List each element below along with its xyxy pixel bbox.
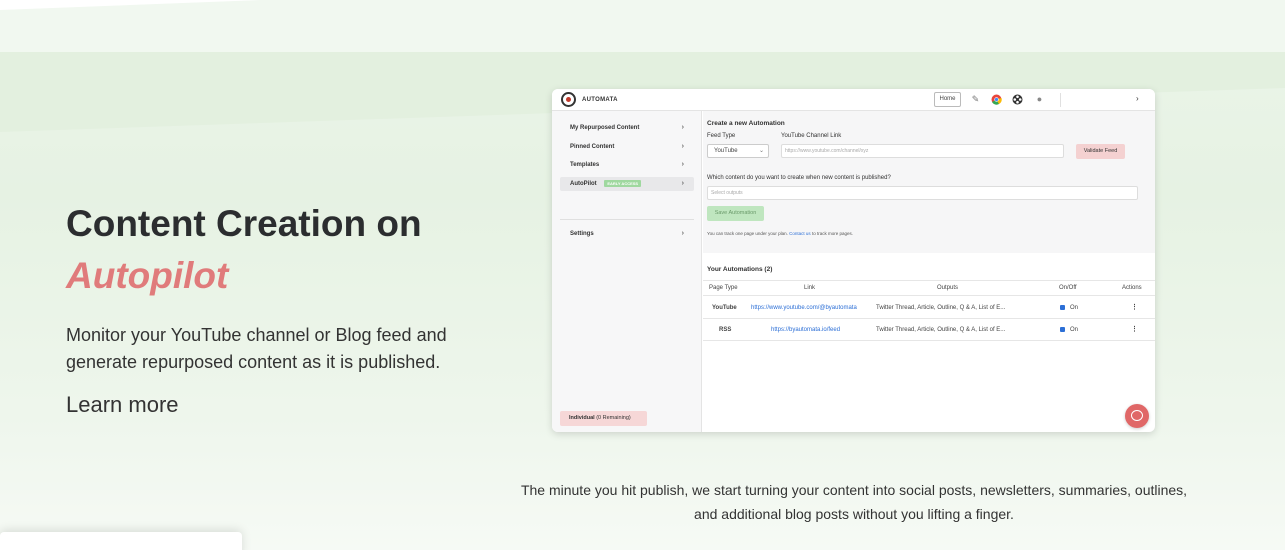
sidebar-divider	[560, 219, 694, 220]
hero-title: Content Creation on Autopilot	[66, 198, 506, 302]
chevron-right-icon: ›	[681, 143, 684, 150]
chat-icon	[1131, 410, 1143, 421]
channel-link-input[interactable]: https://www.youtube.com/channel/xyz	[781, 144, 1064, 158]
more-actions-icon[interactable]: ⋮	[1131, 303, 1138, 311]
validate-feed-button[interactable]: Validate Feed	[1076, 144, 1125, 159]
plan-badge[interactable]: Individual (0 Remaining)	[560, 411, 647, 426]
brand-name: AUTOMATA	[582, 97, 618, 103]
hero-title-accent: Autopilot	[66, 255, 229, 296]
table-row[interactable]: YouTube https://www.youtube.com/@byautom…	[703, 297, 1155, 319]
sidebar-item-label: Pinned Content	[570, 144, 615, 150]
top-band	[0, 0, 1285, 52]
link-cell[interactable]: https://byautomata.io/feed	[771, 327, 840, 333]
link-cell[interactable]: https://www.youtube.com/@byautomata	[751, 305, 857, 311]
chevron-right-icon: ›	[681, 230, 684, 237]
sidebar-item-pinned-content[interactable]: Pinned Content ›	[560, 140, 694, 154]
sidebar-item-templates[interactable]: Templates ›	[560, 158, 694, 172]
chat-button[interactable]	[1125, 404, 1149, 428]
note-prefix: You can track one page under your plan.	[707, 231, 788, 236]
sidebar-item-settings[interactable]: Settings ›	[560, 227, 694, 241]
feed-type-value: YouTube	[714, 148, 738, 154]
chevron-right-icon: ›	[681, 124, 684, 131]
hero-section: Content Creation on Autopilot Monitor yo…	[66, 198, 506, 418]
outputs-select[interactable]: Select outputs	[707, 186, 1138, 200]
automations-title: Your Automations (2)	[707, 266, 773, 273]
extension-icon[interactable]	[1012, 94, 1023, 105]
contact-us-link[interactable]: Contact us	[789, 231, 811, 236]
bottom-card	[0, 532, 242, 550]
toggle-checkbox[interactable]	[1060, 305, 1065, 310]
column-header: Link	[804, 285, 816, 291]
outputs-cell: Twitter Thread, Article, Outline, Q & A,…	[876, 305, 1006, 311]
column-header: Page Type	[709, 285, 738, 291]
sidebar-item-label: Settings	[570, 231, 594, 237]
toggle-checkbox[interactable]	[1060, 327, 1065, 332]
feed-type-select[interactable]: YouTube ⌄	[707, 144, 769, 158]
header-divider	[1060, 93, 1061, 107]
page-type-cell: RSS	[719, 327, 732, 333]
hero-title-line1: Content Creation on	[66, 203, 422, 244]
outputs-cell: Twitter Thread, Article, Outline, Q & A,…	[876, 327, 1006, 333]
plan-name: Individual	[569, 415, 595, 421]
channel-link-label: YouTube Channel Link	[781, 133, 842, 139]
app-screenshot: AUTOMATA Home ✎ ● › My Repurposed Conten…	[552, 89, 1155, 432]
learn-more-link[interactable]: Learn more	[66, 392, 506, 418]
hero-description: Monitor your YouTube channel or Blog fee…	[66, 325, 447, 372]
save-automation-button[interactable]: Save Automation	[707, 206, 764, 221]
chevron-right-icon[interactable]: ›	[1136, 94, 1139, 103]
chevron-down-icon: ⌄	[758, 148, 764, 154]
chevron-right-icon: ›	[681, 161, 684, 168]
table-header: Page Type Link Outputs On/Off Actions	[703, 280, 1155, 296]
caption: The minute you hit publish, we start tur…	[520, 482, 1188, 522]
home-button[interactable]: Home	[934, 92, 961, 107]
page-type-cell: YouTube	[712, 305, 737, 311]
create-title: Create a new Automation	[707, 120, 785, 127]
chevron-right-icon: ›	[681, 180, 684, 187]
status-cell: On	[1070, 327, 1079, 333]
plan-note: You can track one page under your plan. …	[707, 231, 853, 236]
column-header: Actions	[1122, 285, 1142, 291]
plan-remaining: (0 Remaining)	[596, 415, 631, 421]
early-access-badge: EARLY ACCESS	[604, 179, 642, 187]
sidebar-item-label: My Repurposed Content	[570, 125, 640, 131]
sidebar-item-label: Templates	[570, 162, 600, 168]
app-header: AUTOMATA Home ✎ ● ›	[552, 89, 1155, 111]
chrome-icon[interactable]	[991, 94, 1002, 105]
sidebar-item-my-repurposed-content[interactable]: My Repurposed Content ›	[560, 121, 694, 135]
logo-icon[interactable]	[561, 92, 576, 107]
pin-icon[interactable]: ✎	[970, 94, 981, 105]
column-header: Outputs	[937, 285, 959, 291]
table-row[interactable]: RSS https://byautomata.io/feed Twitter T…	[703, 319, 1155, 341]
bulb-icon[interactable]: ●	[1034, 94, 1045, 105]
outputs-question: Which content do you want to create when…	[707, 175, 891, 181]
note-suffix: to track more pages.	[811, 231, 853, 236]
feed-type-label: Feed Type	[707, 133, 736, 139]
status-cell: On	[1070, 305, 1079, 311]
more-actions-icon[interactable]: ⋮	[1131, 325, 1138, 333]
sidebar-item-autopilot[interactable]: AutoPilot EARLY ACCESS ›	[560, 177, 694, 191]
sidebar: My Repurposed Content › Pinned Content ›…	[552, 111, 702, 432]
column-header: On/Off	[1059, 285, 1077, 291]
sidebar-item-label: AutoPilot	[570, 181, 597, 187]
